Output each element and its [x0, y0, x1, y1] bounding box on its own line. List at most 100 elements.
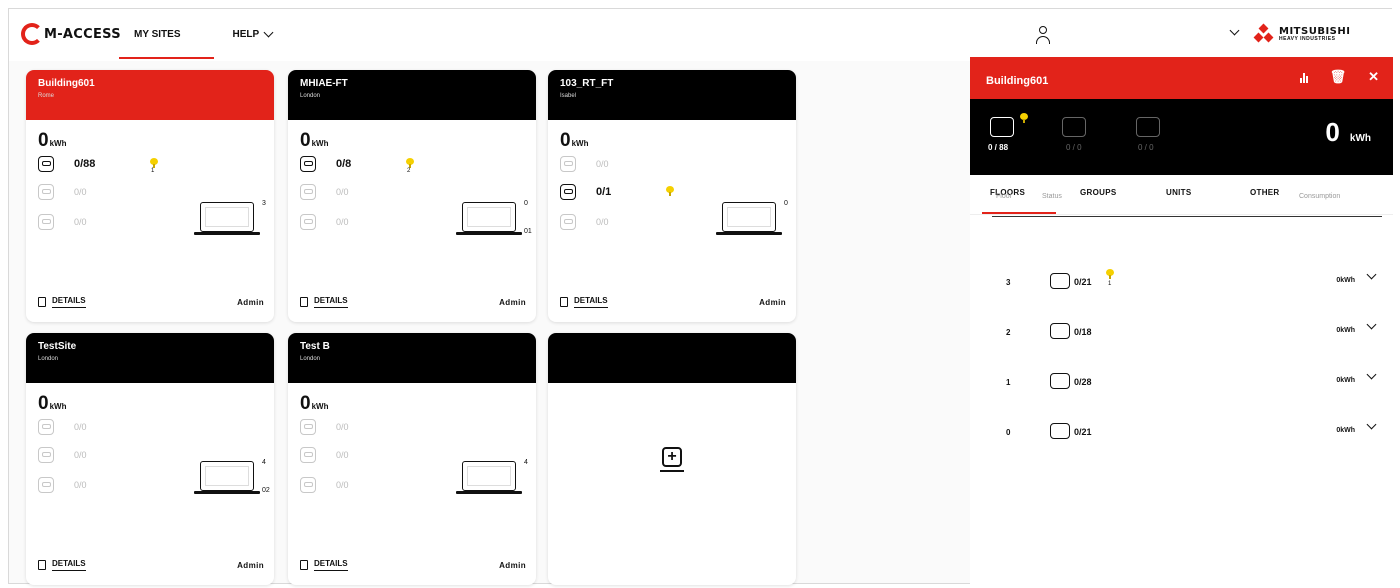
- floor-consumption: 0kWh: [1336, 277, 1355, 284]
- bulb-count: 2: [407, 168, 411, 174]
- site-kwh-value: 0: [560, 130, 571, 151]
- tab-units[interactable]: UNITS: [1166, 188, 1192, 197]
- site-stat-value: 0/0: [596, 159, 609, 169]
- site-role: Admin: [759, 297, 786, 307]
- device-sub-count: 01: [524, 228, 532, 235]
- floor-number: 2: [1006, 328, 1011, 337]
- site-card[interactable]: TestSite London 0 kWh 0/0 0/0 0/0 4 02 D…: [26, 333, 274, 585]
- site-stat-row: 0/0: [300, 447, 349, 463]
- document-icon: [300, 560, 308, 570]
- site-card-header: Test B London: [288, 333, 536, 383]
- floor-row[interactable]: 2 0/18 0kWh: [970, 319, 1393, 343]
- user-icon[interactable]: [1033, 25, 1053, 45]
- site-stat-row: 0/0: [38, 184, 87, 200]
- details-link[interactable]: DETAILS: [38, 296, 86, 308]
- col-consumption: Consumption: [1299, 193, 1341, 200]
- water-icon: [300, 477, 316, 493]
- floor-bulb-count: 1: [1108, 281, 1112, 287]
- site-stat-row: 0/88: [38, 156, 95, 172]
- site-stat-row: 0/0: [300, 184, 349, 200]
- device-count: 3: [262, 200, 266, 207]
- sensor-icon: [300, 184, 316, 200]
- sensor-icon: [38, 447, 54, 463]
- logo-mark-icon: [21, 23, 43, 45]
- document-icon: [560, 297, 568, 307]
- add-site-card: +: [548, 333, 796, 585]
- site-name: MHIAE-FT: [300, 78, 348, 89]
- sensor-icon: [300, 447, 316, 463]
- site-stat-row: 0/0: [560, 214, 609, 230]
- details-label: DETAILS: [52, 559, 86, 571]
- nav-active-indicator: [119, 57, 214, 59]
- panel-title: Building601: [986, 75, 1049, 87]
- site-energy: 0 kWh: [560, 130, 588, 152]
- panel-stat-units: 0 / 88: [988, 143, 1009, 152]
- indoor-unit-icon: [1050, 273, 1070, 289]
- site-kwh-unit: kWh: [311, 402, 329, 411]
- logo[interactable]: M-ACCESS: [21, 23, 121, 45]
- floor-units: 0/18: [1074, 327, 1092, 337]
- site-energy: 0 kWh: [300, 393, 328, 415]
- nav-my-sites-label: MY SITES: [134, 29, 181, 40]
- delete-icon[interactable]: 🗑︎: [1330, 70, 1347, 84]
- nav-help[interactable]: HELP: [233, 27, 274, 40]
- water-icon: [560, 214, 576, 230]
- water-icon: [1136, 117, 1160, 137]
- bulb-icon: [406, 158, 414, 168]
- site-stat-value: 0/0: [74, 187, 87, 197]
- site-card-footer: DETAILS Admin: [560, 296, 786, 308]
- site-stat-value: 0/0: [336, 217, 349, 227]
- sensor-icon: [1062, 117, 1086, 137]
- floor-row[interactable]: 1 0/28 0kWh: [970, 369, 1393, 393]
- indoor-unit-icon: [300, 419, 316, 435]
- add-site-card-header: [548, 333, 796, 383]
- site-card[interactable]: MHIAE-FT London 0 kWh 0/8 0/0 0/0 2 0 01…: [288, 70, 536, 322]
- floor-consumption: 0kWh: [1336, 377, 1355, 384]
- tab-groups[interactable]: GROUPS: [1080, 188, 1116, 197]
- site-kwh-value: 0: [38, 393, 49, 414]
- site-stat-value: 0/8: [336, 158, 352, 170]
- site-card[interactable]: 103_RT_FT Isabel 0 kWh 0/0 0/1 0/0 0 DET…: [548, 70, 796, 322]
- floor-row[interactable]: 3 0/21 1 0kWh: [970, 269, 1393, 293]
- site-stat-row: 0/1: [560, 184, 611, 200]
- site-role: Admin: [499, 560, 526, 570]
- site-location: London: [38, 356, 59, 362]
- site-name: TestSite: [38, 341, 77, 352]
- site-stat-row: 0/8: [300, 156, 351, 172]
- water-icon: [38, 477, 54, 493]
- device-count: 0: [524, 200, 528, 207]
- close-icon[interactable]: ✕: [1368, 70, 1379, 84]
- account-chevron-down-icon[interactable]: [1229, 25, 1240, 36]
- top-bar: M-ACCESS MY SITES HELP MITSUBISHI HEAVY …: [9, 9, 1393, 61]
- details-link[interactable]: DETAILS: [300, 559, 348, 571]
- site-role: Admin: [499, 297, 526, 307]
- site-stat-row: 0/0: [560, 156, 609, 172]
- brand-logo: MITSUBISHI HEAVY INDUSTRIES: [1253, 23, 1350, 44]
- floor-consumption: 0kWh: [1336, 427, 1355, 434]
- details-label: DETAILS: [314, 296, 348, 308]
- site-card[interactable]: Building601 Rome 0 kWh 0/88 0/0 0/0 1 3 …: [26, 70, 274, 322]
- details-label: DETAILS: [574, 296, 608, 308]
- site-stat-row: 0/0: [38, 477, 87, 493]
- device-count: 0: [784, 200, 788, 207]
- site-energy: 0 kWh: [38, 130, 66, 152]
- floor-row[interactable]: 0 0/21 0kWh: [970, 419, 1393, 443]
- details-link[interactable]: DETAILS: [300, 296, 348, 308]
- floor-units: 0/28: [1074, 377, 1092, 387]
- site-kwh-unit: kWh: [49, 139, 67, 148]
- nav-my-sites[interactable]: MY SITES: [134, 29, 181, 40]
- tab-active-indicator: [982, 212, 1056, 214]
- floor-number: 3: [1006, 278, 1011, 287]
- site-stat-value: 0/0: [336, 480, 349, 490]
- site-stat-value: 0/0: [74, 217, 87, 227]
- details-link[interactable]: DETAILS: [560, 296, 608, 308]
- site-card-header: 103_RT_FT Isabel: [548, 70, 796, 120]
- chart-icon[interactable]: [1299, 71, 1308, 83]
- add-site-button[interactable]: +: [660, 447, 684, 475]
- site-stat-row: 0/0: [38, 214, 87, 230]
- details-label: DETAILS: [52, 296, 86, 308]
- details-link[interactable]: DETAILS: [38, 559, 86, 571]
- site-card[interactable]: Test B London 0 kWh 0/0 0/0 0/0 4 DETAIL…: [288, 333, 536, 585]
- tab-other[interactable]: OTHER: [1250, 188, 1280, 197]
- document-icon: [300, 297, 308, 307]
